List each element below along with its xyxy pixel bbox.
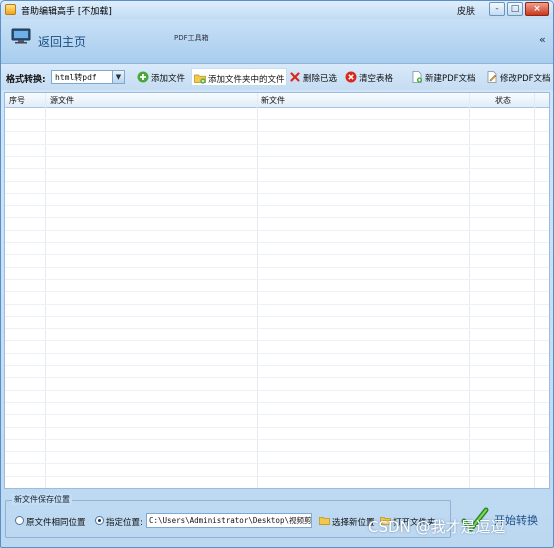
table-row-line — [5, 463, 549, 465]
edit-pdf-button[interactable]: 修改PDF文档 — [484, 68, 551, 86]
close-button[interactable]: × — [525, 2, 549, 16]
window-title: 音助编辑高手 [不加载] — [21, 7, 112, 17]
add-folder-files-button[interactable]: 添加文件夹中的文件 — [191, 68, 287, 86]
app-window: 音助编辑高手 [不加载] 皮肤 - □ × 返回主页 PDF工具箱 « 格式转换… — [0, 0, 554, 548]
format-select-value: html转pdf — [55, 73, 97, 82]
collapse-button[interactable]: « — [539, 33, 546, 46]
radio-same-location-label[interactable]: 原文件相同位置 — [26, 516, 86, 528]
table-row-line — [5, 315, 549, 317]
radio-custom-location[interactable] — [95, 516, 104, 525]
table-row-line — [5, 254, 549, 256]
table-row-line — [5, 266, 549, 268]
edit-pdf-label: 修改PDF文档 — [500, 74, 551, 84]
edit-document-icon — [487, 71, 497, 83]
table-row-line — [5, 180, 549, 182]
chevron-down-icon[interactable]: ▼ — [112, 71, 124, 83]
save-path-field[interactable]: C:\Users\Administrator\Desktop\视频剪辑\音 — [146, 513, 312, 528]
table-row-line — [5, 340, 549, 342]
table-row-line — [5, 119, 549, 120]
table-row-line — [5, 205, 549, 207]
add-file-button[interactable]: 添加文件 — [135, 68, 187, 86]
table-row-line — [5, 242, 549, 243]
monitor-icon — [11, 28, 31, 44]
new-pdf-label: 新建PDF文档 — [425, 74, 476, 84]
table-row-line — [5, 365, 549, 366]
table-row-line — [5, 217, 549, 219]
clear-table-button[interactable]: 清空表格 — [343, 68, 395, 86]
table-row-line — [5, 192, 549, 194]
folder-icon — [319, 516, 330, 525]
format-label: 格式转换: — [6, 75, 46, 85]
new-document-icon — [412, 71, 423, 83]
column-header-index[interactable]: 序号 — [9, 95, 25, 106]
clear-circle-icon — [345, 71, 357, 83]
column-header-source[interactable]: 源文件 — [50, 95, 74, 106]
table-row-line — [5, 143, 549, 145]
table-row-line — [5, 389, 549, 391]
maximize-button[interactable]: □ — [507, 2, 523, 16]
column-header-new[interactable]: 新文件 — [261, 95, 285, 106]
header-bar: 返回主页 PDF工具箱 « — [1, 19, 553, 64]
skin-menu[interactable]: 皮肤 — [457, 4, 475, 17]
radio-custom-location-label[interactable]: 指定位置: — [106, 516, 143, 528]
table-row-line — [5, 291, 549, 293]
table-row-line — [5, 451, 549, 453]
new-pdf-button[interactable]: 新建PDF文档 — [409, 68, 476, 86]
delete-selected-label: 删除已选 — [303, 74, 338, 84]
table-row-line — [5, 377, 549, 379]
table-row-line — [5, 475, 549, 477]
table-row-line — [5, 328, 549, 330]
folder-add-icon — [194, 74, 206, 84]
delete-selected-button[interactable]: 删除已选 — [287, 68, 339, 86]
table-row-line — [5, 168, 549, 170]
column-header-status[interactable]: 状态 — [495, 95, 511, 106]
table-row-line — [5, 352, 549, 354]
minimize-button[interactable]: - — [489, 2, 505, 16]
pdf-toolbox-title: PDF工具箱 — [174, 34, 209, 42]
file-table[interactable]: 序号 源文件 新文件 状态 — [4, 92, 550, 489]
clear-table-label: 清空表格 — [359, 74, 394, 84]
add-folder-files-label: 添加文件夹中的文件 — [208, 75, 285, 85]
radio-same-location[interactable] — [15, 516, 24, 525]
radio-selected-dot — [98, 519, 101, 522]
table-row-line — [5, 426, 549, 428]
toolbar: 格式转换: html转pdf ▼ 添加文件 添加文件夹中的文件 删除已选 清空表… — [1, 64, 553, 90]
table-row-line — [5, 401, 549, 403]
table-row-line — [5, 131, 549, 133]
table-row-line — [5, 303, 549, 305]
table-row-line — [5, 229, 549, 231]
csdn-watermark: CSDN @我才是逗逗 — [368, 518, 506, 536]
back-home-link[interactable]: 返回主页 — [38, 33, 86, 50]
title-bar: 音助编辑高手 [不加载] 皮肤 - □ × — [1, 1, 553, 19]
table-row-line — [5, 155, 549, 157]
table-row-line — [5, 278, 549, 280]
save-location-legend: 新文件保存位置 — [12, 494, 72, 505]
format-select[interactable]: html转pdf ▼ — [51, 70, 125, 84]
table-row-line — [5, 414, 549, 416]
delete-x-icon — [290, 72, 300, 82]
app-icon — [5, 4, 16, 15]
add-file-label: 添加文件 — [151, 74, 186, 84]
table-row-line — [5, 438, 549, 440]
add-icon — [137, 71, 149, 83]
